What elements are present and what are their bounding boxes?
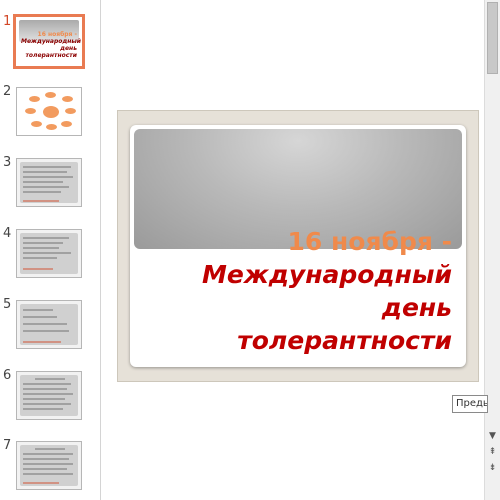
slide-number: 3 <box>3 155 12 170</box>
diagram-node <box>45 92 56 98</box>
vertical-scrollbar[interactable]: ▼ ⇞ ⇟ <box>484 0 500 500</box>
thumb-title-line3: день <box>60 45 77 52</box>
scroll-down-icon[interactable]: ▼ <box>486 430 499 443</box>
previous-slide-tooltip: Предыд <box>452 395 488 413</box>
diagram-center-shape <box>43 106 59 118</box>
slide-title-line3: день <box>381 293 452 322</box>
thumb-content-area <box>20 445 78 486</box>
slide-number: 2 <box>3 84 12 99</box>
slide-preview[interactable] <box>16 371 82 420</box>
diagram-node <box>29 96 40 102</box>
slide-number: 1 <box>3 14 12 29</box>
slide-thumbnail-5[interactable]: 5 <box>0 297 100 357</box>
slide-canvas[interactable]: 16 ноября - Международный день толерантн… <box>117 110 479 382</box>
slide-thumbnail-4[interactable]: 4 <box>0 226 100 286</box>
scrollbar-thumb[interactable] <box>487 2 498 74</box>
slide-title-placeholder[interactable]: 16 ноября - Международный день толерантн… <box>152 225 452 357</box>
thumb-title: 16 ноября - Международный день толерантн… <box>21 31 81 59</box>
next-slide-icon[interactable]: ⇟ <box>486 462 499 475</box>
slide-title-line4: толерантности <box>237 326 452 355</box>
slide-preview[interactable]: 16 ноября - Международный день толерантн… <box>13 14 85 69</box>
diagram-node <box>31 121 42 127</box>
slide-preview[interactable] <box>16 229 82 278</box>
diagram-node <box>61 121 72 127</box>
slide-preview[interactable] <box>16 441 82 490</box>
slide-thumbnail-pane: 1 16 ноября - Международный день толеран… <box>0 0 101 500</box>
slide-number: 4 <box>3 226 12 241</box>
slide-number: 7 <box>3 438 12 453</box>
powerpoint-editor: 1 16 ноября - Международный день толеран… <box>0 0 500 500</box>
slide-preview[interactable] <box>16 300 82 349</box>
slide-editor-area: 16 ноября - Международный день толерантн… <box>101 0 484 500</box>
slide-content-card: 16 ноября - Международный день толерантн… <box>130 125 466 367</box>
slide-preview[interactable] <box>16 87 82 136</box>
diagram-node <box>62 96 73 102</box>
slide-thumbnail-1[interactable]: 1 16 ноября - Международный день толеран… <box>0 14 100 74</box>
slide-preview[interactable] <box>16 158 82 207</box>
slide-thumbnail-6[interactable]: 6 <box>0 368 100 428</box>
thumb-title-line1: 16 ноября - <box>37 31 77 38</box>
slide-number: 5 <box>3 297 12 312</box>
diagram-node <box>46 124 57 130</box>
slide-thumbnail-7[interactable]: 7 <box>0 438 100 498</box>
slide-title-date: 16 ноября - <box>287 227 452 256</box>
thumb-title-line2: Международный <box>21 38 81 45</box>
slide-thumbnail-2[interactable]: 2 <box>0 84 100 144</box>
slide-title-line2: Международный <box>202 260 452 289</box>
thumb-title-line4: толерантности <box>25 52 77 59</box>
diagram-node <box>25 108 36 114</box>
diagram-node <box>65 108 76 114</box>
slide-thumbnail-3[interactable]: 3 <box>0 155 100 215</box>
previous-slide-icon[interactable]: ⇞ <box>486 446 499 459</box>
slide-number: 6 <box>3 368 12 383</box>
